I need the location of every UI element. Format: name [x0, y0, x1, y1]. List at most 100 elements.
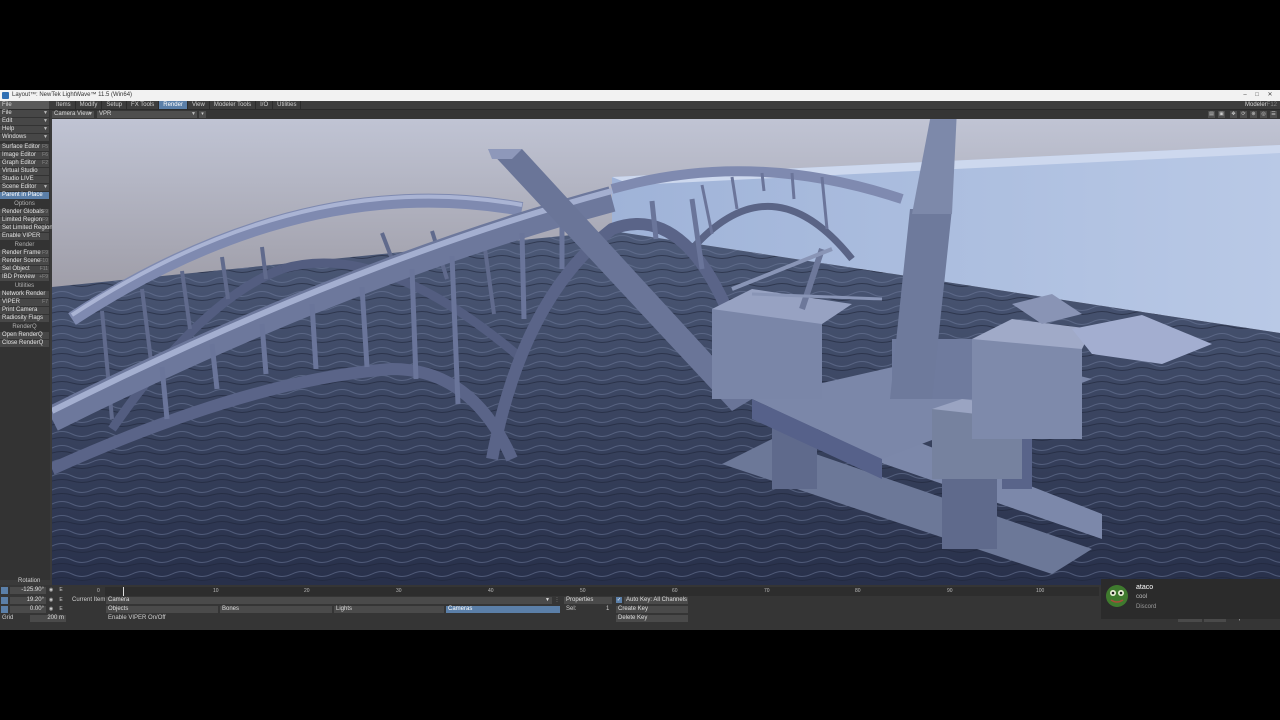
timeline-playhead[interactable]: [123, 587, 124, 596]
menu-tabs: Items Modify Setup FX Tools Render View …: [52, 101, 302, 109]
modeler-shortcut: F12: [1266, 102, 1277, 108]
sidebar-surface-editor[interactable]: Surface Editor F5: [0, 144, 49, 151]
cameras-button[interactable]: Cameras: [446, 606, 560, 613]
properties-button[interactable]: Properties: [564, 597, 612, 604]
timeline-tick: 100: [1036, 588, 1045, 594]
discord-message: cool: [1136, 594, 1148, 600]
sidebar-graph-editor[interactable]: Graph Editor F2: [0, 160, 49, 167]
sidebar-virtual-studio[interactable]: Virtual Studio: [0, 168, 49, 175]
create-key-button[interactable]: Create Key: [616, 606, 688, 613]
chevron-down-icon: ▼: [43, 110, 48, 116]
envelope-icon[interactable]: E: [58, 606, 64, 612]
sidebar-print-camera[interactable]: Print Camera: [0, 307, 49, 314]
sidebar-limited-region[interactable]: Limited Region F9: [0, 217, 49, 224]
shortcut-label: F7: [42, 299, 48, 305]
view-type-dropdown[interactable]: Camera View ▼: [52, 111, 94, 118]
reset-icon[interactable]: ◉: [48, 606, 54, 612]
sidebar-set-limited-region[interactable]: Set Limited Region: [0, 225, 53, 232]
file-menu-button[interactable]: File: [0, 101, 49, 109]
close-button[interactable]: ✕: [1265, 91, 1275, 100]
sidebar-studio-live[interactable]: Studio LIVE: [0, 176, 49, 183]
sidebar-radiosity-flags[interactable]: Radiosity Flags: [0, 315, 49, 322]
sidebar-render-globals[interactable]: Render Globals F9: [0, 209, 49, 216]
bones-button[interactable]: Bones: [220, 606, 332, 613]
sidebar-render-scene[interactable]: Render Scene F10: [0, 258, 49, 265]
sidebar-render-frame[interactable]: Render Frame F9: [0, 250, 49, 257]
discord-overlay-notification[interactable]: ataco cool Discord: [1101, 579, 1280, 619]
move-view-icon[interactable]: ✥: [1230, 111, 1237, 118]
tab-setup[interactable]: Setup: [102, 101, 128, 109]
sidebar-windows[interactable]: Windows ▼: [0, 134, 49, 141]
sidebar-sel-object[interactable]: Sel Object F11: [0, 266, 49, 273]
viewport-toolbar: Camera View ▼ VPR ▼ ▾ ▤ ▣ ✥ ⟳ ⊕ ◎ ☰: [52, 110, 1280, 119]
sidebar-enable-viper[interactable]: Enable VIPER: [0, 233, 49, 240]
tab-modify[interactable]: Modify: [76, 101, 103, 109]
sidebar-image-editor[interactable]: Image Editor F6: [0, 152, 49, 159]
heading-field[interactable]: -125.90°: [10, 587, 46, 594]
delete-key-label: Delete Key: [618, 615, 648, 621]
sidebar-parent-in-place[interactable]: Parent in Place: [0, 192, 49, 199]
left-toolbar: File ▼ Edit ▼ Help ▼ Windows ▼ Surface Edito…: [0, 110, 53, 580]
render-mode-dropdown[interactable]: VPR ▼: [97, 111, 197, 118]
sidebar-scene-editor[interactable]: Scene Editor ▼: [0, 184, 49, 191]
sidebar-viper[interactable]: VIPER F7: [0, 299, 49, 306]
grid-size-field[interactable]: 200 m: [30, 615, 66, 622]
current-item-dropdown[interactable]: Camera ▼: [106, 597, 552, 604]
sidebar-item-label: Open RenderQ: [2, 332, 43, 338]
rotate-view-icon[interactable]: ⟳: [1240, 111, 1247, 118]
sidebar-network-render[interactable]: Network Render: [0, 291, 49, 298]
sidebar-item-label: Help: [2, 126, 15, 132]
reset-icon[interactable]: ◉: [48, 597, 54, 603]
tab-items[interactable]: Items: [52, 101, 76, 109]
viewport-layout-icon[interactable]: ▤: [1208, 111, 1215, 118]
tab-utilities[interactable]: Utilities: [273, 101, 302, 109]
modeler-button[interactable]: Modeler F12: [1242, 101, 1278, 109]
sidebar-ibd-preview[interactable]: IBD Preview +F9: [0, 274, 49, 281]
chevron-down-icon: ▼: [43, 126, 48, 132]
sidebar-help[interactable]: Help ▼: [0, 126, 49, 133]
utilities-header: Utilities: [14, 283, 35, 289]
tab-render[interactable]: Render: [159, 101, 188, 109]
pitch-field[interactable]: 19.20°: [10, 597, 46, 604]
render-mode-label: VPR: [99, 111, 112, 117]
tab-io[interactable]: I/O: [256, 101, 274, 109]
sidebar-close-renderq[interactable]: Close RenderQ: [0, 340, 49, 347]
auto-key-label: Auto Key: All Channels: [626, 597, 688, 603]
current-item-label: Current Item: [72, 597, 106, 603]
maximize-viewport-icon[interactable]: ▣: [1218, 111, 1225, 118]
envelope-icon[interactable]: E: [58, 597, 64, 603]
bottom-panel: Rotation 0 10 20 30 40 50 60 70 80 90 10…: [0, 578, 1280, 630]
center-view-icon[interactable]: ◎: [1260, 111, 1267, 118]
sidebar-open-renderq[interactable]: Open RenderQ: [0, 332, 49, 339]
sidebar-edit[interactable]: Edit ▼: [0, 118, 49, 125]
h-channel-indicator: [1, 587, 8, 594]
auto-key-dropdown[interactable]: Auto Key: All Channels: [624, 597, 688, 604]
chevron-down-icon: ▼: [545, 597, 550, 603]
zoom-view-icon[interactable]: ⊕: [1250, 111, 1257, 118]
sidebar-item-label: Render Frame: [2, 250, 41, 256]
delete-key-button[interactable]: Delete Key: [616, 615, 688, 622]
vpr-options-icon[interactable]: ▾: [199, 111, 206, 118]
tab-view[interactable]: View: [188, 101, 210, 109]
selection-count-label: Sel:: [566, 606, 577, 612]
timeline-slider[interactable]: 0 10 20 30 40 50 60 70 80 90 100: [97, 587, 1099, 596]
tab-fx-tools[interactable]: FX Tools: [127, 101, 160, 109]
reset-icon[interactable]: ◉: [48, 587, 54, 593]
maximize-button[interactable]: □: [1252, 91, 1262, 100]
bank-field[interactable]: 0.00°: [10, 606, 46, 613]
sidebar-item-label: Image Editor: [2, 152, 37, 158]
chevron-down-icon: ▼: [43, 134, 48, 140]
objects-button[interactable]: Objects: [106, 606, 218, 613]
sidebar-file[interactable]: File ▼: [0, 110, 49, 117]
item-options-icon[interactable]: ⋮: [554, 597, 560, 603]
lights-button[interactable]: Lights: [334, 606, 444, 613]
p-channel-indicator: [1, 597, 8, 604]
tab-modeler-tools[interactable]: Modeler Tools: [210, 101, 257, 109]
camera-viewport[interactable]: [52, 119, 1280, 585]
view-options-icon[interactable]: ☰: [1270, 111, 1277, 118]
envelope-icon[interactable]: E: [58, 587, 64, 593]
minimize-button[interactable]: –: [1240, 91, 1250, 100]
shortcut-label: F10: [39, 258, 48, 264]
discord-source: Discord: [1136, 604, 1157, 610]
auto-key-checkbox[interactable]: ✓: [616, 597, 622, 603]
